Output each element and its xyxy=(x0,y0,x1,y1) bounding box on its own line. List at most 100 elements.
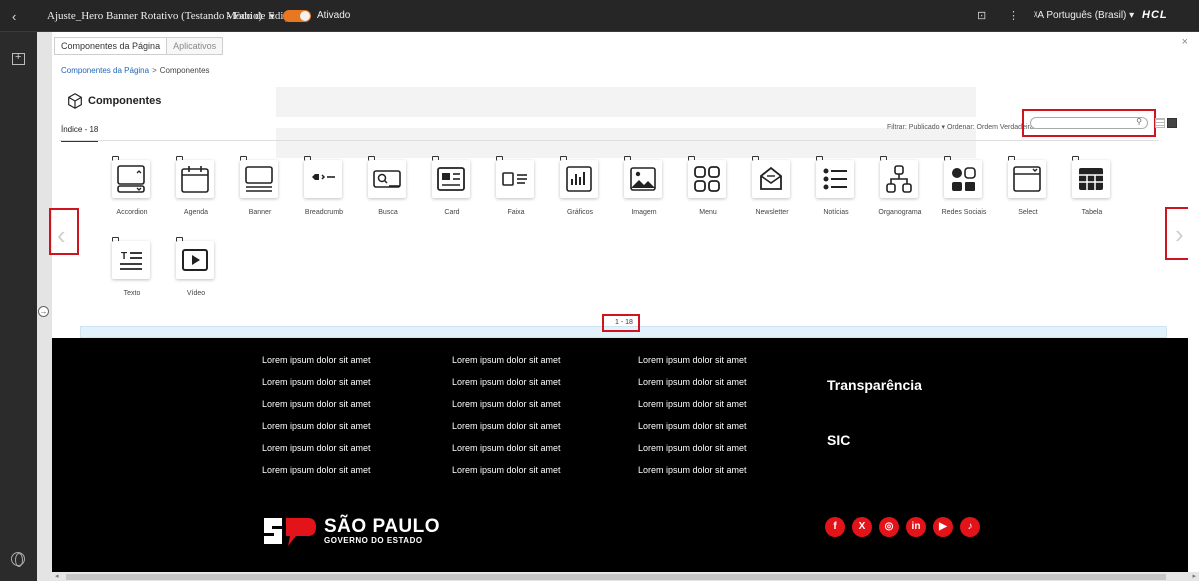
footer-link[interactable]: Lorem ipsum dolor sit amet xyxy=(638,377,747,388)
select-icon xyxy=(1008,160,1046,198)
calendar-icon xyxy=(176,160,214,198)
svg-text:T: T xyxy=(121,251,127,262)
footer-link[interactable]: Lorem ipsum dolor sit amet xyxy=(262,377,371,388)
footer-link[interactable]: Lorem ipsum dolor sit amet xyxy=(262,443,371,454)
prev-page-arrow[interactable]: ‹ xyxy=(49,208,79,255)
panel-right-edge xyxy=(1188,32,1199,338)
footer-link[interactable]: Lorem ipsum dolor sit amet xyxy=(452,465,561,476)
footer-link[interactable]: Lorem ipsum dolor sit amet xyxy=(452,377,561,388)
social-media-icon xyxy=(944,160,982,198)
strip-icon xyxy=(496,160,534,198)
social-links: f X ◎ in ▶ ♪ xyxy=(825,517,980,537)
edit-mode-state: Ativado xyxy=(317,10,351,21)
footer-link[interactable]: Lorem ipsum dolor sit amet xyxy=(638,443,747,454)
banner-icon xyxy=(240,160,278,198)
chart-icon xyxy=(560,160,598,198)
scrollbar-thumb[interactable] xyxy=(66,574,1166,580)
footer-link[interactable]: Lorem ipsum dolor sit amet xyxy=(452,421,561,432)
footer-link-sic[interactable]: SIC xyxy=(827,432,850,448)
translate-icon: ᵡA xyxy=(1034,10,1047,21)
cube-icon xyxy=(68,93,82,109)
search-box-icon xyxy=(368,160,406,198)
menu-grid-icon xyxy=(688,160,726,198)
divider xyxy=(59,140,1159,141)
breadcrumb-separator: > xyxy=(152,66,157,75)
language-label: Português (Brasil) xyxy=(1046,10,1127,21)
more-options-icon[interactable]: ⋮ xyxy=(1008,9,1019,22)
filter-select[interactable]: Publicado ▾ xyxy=(909,124,945,131)
footer-link[interactable]: Lorem ipsum dolor sit amet xyxy=(638,399,747,410)
chevron-right-icon: › xyxy=(1175,219,1184,249)
sp-logo-mark-icon xyxy=(264,518,316,546)
search-highlight-box xyxy=(1022,109,1156,137)
scroll-right-icon[interactable]: ▸ xyxy=(1192,572,1196,580)
left-rail xyxy=(0,32,37,581)
panel-title: Componentes xyxy=(88,95,162,107)
footer-link[interactable]: Lorem ipsum dolor sit amet xyxy=(638,421,747,432)
video-icon xyxy=(176,241,214,279)
preview-icon[interactable]: ⊡ xyxy=(977,9,986,22)
site-globe-icon[interactable] xyxy=(11,552,25,567)
breadcrumb: Componentes da Página > Componentes xyxy=(61,66,210,75)
view-toggle xyxy=(1155,118,1177,128)
filter-label: Filtrar: xyxy=(887,124,907,131)
footer-column-2: Lorem ipsum dolor sit amet Lorem ipsum d… xyxy=(452,355,561,476)
youtube-icon[interactable]: ▶ xyxy=(933,517,953,537)
sao-paulo-logo[interactable]: SÃO PAULO GOVERNO DO ESTADO xyxy=(262,514,440,548)
logo-title: SÃO PAULO xyxy=(324,516,441,537)
news-list-icon xyxy=(816,160,854,198)
footer-link[interactable]: Lorem ipsum dolor sit amet xyxy=(262,399,371,410)
filter-value: Publicado xyxy=(908,124,940,131)
footer-link[interactable]: Lorem ipsum dolor sit amet xyxy=(638,355,747,366)
footer-link[interactable]: Lorem ipsum dolor sit amet xyxy=(452,399,561,410)
footer-link[interactable]: Lorem ipsum dolor sit amet xyxy=(638,465,747,476)
grid-view-icon[interactable] xyxy=(1167,118,1177,128)
tab-page-components[interactable]: Componentes da Página xyxy=(54,37,168,55)
table-icon xyxy=(1072,160,1110,198)
image-icon xyxy=(624,160,662,198)
newsletter-icon xyxy=(752,160,790,198)
chevron-left-icon: ‹ xyxy=(57,220,66,250)
sort-label: Ordenar: xyxy=(946,124,975,131)
panel-heading: Componentes xyxy=(66,92,161,110)
tab-applications[interactable]: Aplicativos xyxy=(167,37,224,55)
hcl-logo: HCL xyxy=(1142,9,1168,21)
footer-link-transparency[interactable]: Transparência xyxy=(827,377,922,393)
linkedin-icon[interactable]: in xyxy=(906,517,926,537)
breadcrumb-root-link[interactable]: Componentes da Página xyxy=(61,66,149,75)
breadcrumb-icon xyxy=(304,160,342,198)
component-label: Vídeo xyxy=(186,290,206,297)
footer-column-1: Lorem ipsum dolor sit amet Lorem ipsum d… xyxy=(262,355,371,476)
footer-column-3: Lorem ipsum dolor sit amet Lorem ipsum d… xyxy=(638,355,747,476)
add-page-icon[interactable] xyxy=(12,51,25,65)
footer-link[interactable]: Lorem ipsum dolor sit amet xyxy=(262,355,371,366)
component-label: Tabela xyxy=(1081,209,1103,216)
tiktok-icon[interactable]: ♪ xyxy=(960,517,980,537)
horizontal-scrollbar[interactable]: ◂ ▸ xyxy=(52,572,1199,581)
edit-mode-toggle[interactable] xyxy=(283,10,311,22)
text-icon: T xyxy=(112,241,150,279)
org-chart-icon xyxy=(880,160,918,198)
accordion-icon xyxy=(112,160,150,198)
filter-bar: Filtrar: Publicado ▾ Ordenar: Ordem Verd… xyxy=(887,123,1039,131)
language-selector[interactable]: ᵡA Português (Brasil) ▾ xyxy=(1034,10,1134,21)
x-icon[interactable]: X xyxy=(852,517,872,537)
logo-subtitle: GOVERNO DO ESTADO xyxy=(324,536,423,545)
footer-link[interactable]: Lorem ipsum dolor sit amet xyxy=(452,355,561,366)
expand-panel-icon[interactable]: → xyxy=(38,306,49,317)
footer-link[interactable]: Lorem ipsum dolor sit amet xyxy=(262,465,371,476)
top-toolbar: ‹ Ajuste_Hero Banner Rotativo (Testando … xyxy=(0,0,1199,32)
pager-highlight-box xyxy=(602,314,640,332)
site-footer: Lorem ipsum dolor sit amet Lorem ipsum d… xyxy=(52,338,1188,572)
footer-link[interactable]: Lorem ipsum dolor sit amet xyxy=(452,443,561,454)
scroll-left-icon[interactable]: ◂ xyxy=(55,572,59,580)
back-chevron-icon[interactable]: ‹ xyxy=(12,9,16,24)
breadcrumb-current: Componentes xyxy=(159,66,210,75)
footer-link[interactable]: Lorem ipsum dolor sit amet xyxy=(262,421,371,432)
list-view-icon[interactable] xyxy=(1155,118,1165,128)
panel-tabs: Componentes da Página Aplicativos xyxy=(54,37,224,55)
logo-text: SÃO PAULO GOVERNO DO ESTADO xyxy=(324,517,440,545)
instagram-icon[interactable]: ◎ xyxy=(879,517,899,537)
card-icon xyxy=(432,160,470,198)
facebook-icon[interactable]: f xyxy=(825,517,845,537)
